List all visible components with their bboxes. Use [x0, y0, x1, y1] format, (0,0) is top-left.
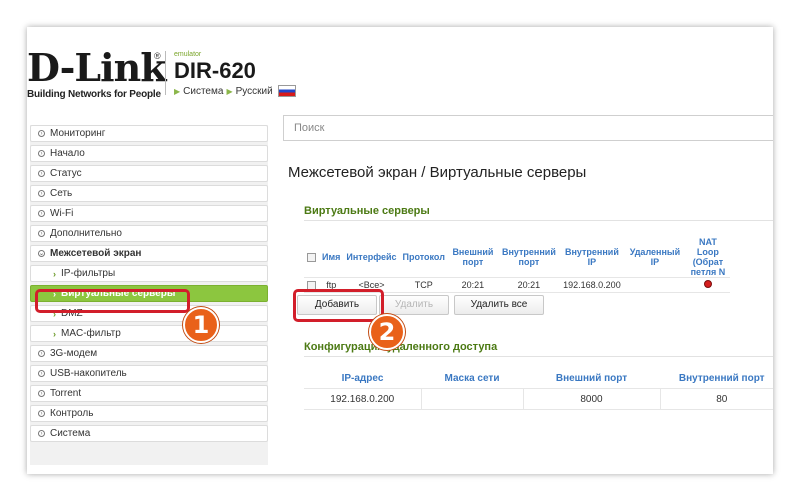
search-input[interactable]: Поиск — [283, 115, 773, 141]
sidebar-item-label: Межсетевой экран — [50, 248, 142, 259]
sidebar-item-label: Torrent — [50, 388, 82, 399]
sidebar-item-label: Мониторинг — [50, 128, 106, 139]
cell-protocol: TCP — [399, 277, 448, 293]
delete-all-button[interactable]: Удалить все — [454, 295, 544, 315]
section-divider — [304, 220, 773, 221]
arrow-circle-icon: › — [38, 410, 45, 417]
arrow-circle-icon: › — [38, 370, 45, 377]
sidebar-item-3g-modem[interactable]: › 3G-модем — [30, 345, 268, 362]
page-title: Межсетевой экран / Виртуальные серверы — [288, 164, 587, 181]
sidebar-item-label: Начало — [50, 148, 85, 159]
model-block: emulator DIR-620 ▶ Система ▶ Русский — [174, 51, 296, 97]
chevron-right-icon: ▶ — [226, 86, 233, 96]
chevron-right-icon: › — [53, 268, 56, 279]
arrow-circle-icon: › — [38, 170, 45, 177]
callout-highlight-virtual-servers — [35, 289, 190, 313]
arrow-circle-icon: › — [38, 430, 45, 437]
system-menu-link[interactable]: Система — [183, 86, 223, 97]
column-header: Маска сети — [421, 368, 523, 389]
cell-internal-port: 20:21 — [497, 277, 560, 293]
cell-external-port: 8000 — [523, 388, 661, 410]
sidebar-item-network[interactable]: › Сеть — [30, 185, 268, 202]
sidebar-item-start[interactable]: › Начало — [30, 145, 268, 162]
arrow-circle-icon: › — [38, 210, 45, 217]
sidebar-item-label: Сеть — [50, 188, 73, 199]
section-divider — [304, 356, 773, 357]
sidebar-item-label: USB-накопитель — [50, 368, 127, 379]
column-header: Внешний порт — [523, 368, 660, 389]
chevron-right-icon: ▶ — [174, 86, 181, 96]
sidebar-item-advanced[interactable]: › Дополнительно — [30, 225, 268, 242]
logo-registered-mark: ® — [154, 51, 161, 61]
header-breadcrumb: ▶ Система ▶ Русский — [174, 85, 296, 97]
column-header: NAT Loop (Обрат петля N — [690, 237, 726, 277]
table-header-row: Имя Интерфейс Протокол Внешний порт Внут… — [304, 237, 730, 278]
sidebar-item-status[interactable]: › Статус — [30, 165, 268, 182]
router-admin-window: D-Link ® Building Networks for People em… — [27, 27, 773, 474]
sidebar-item-system[interactable]: › Система — [30, 425, 268, 442]
arrow-circle-icon: › — [38, 390, 45, 397]
header-divider — [165, 51, 166, 95]
column-header: Удаленный IP — [629, 247, 681, 267]
arrow-circle-icon: › — [38, 190, 45, 197]
sidebar-subitem-mac-filter[interactable]: › MAC-фильтр — [30, 325, 268, 342]
column-header: Внутренний порт — [660, 368, 773, 389]
model-name: DIR-620 — [174, 58, 256, 83]
sidebar-item-label: 3G-модем — [50, 348, 98, 359]
sidebar-subitem-ip-filters[interactable]: › IP-фильтры — [30, 265, 268, 282]
sidebar-item-firewall[interactable]: ⌄ Межсетевой экран — [30, 245, 268, 262]
sidebar-item-monitoring[interactable]: › Мониторинг — [30, 125, 268, 142]
cell-nat-loopback — [685, 277, 730, 293]
column-header: Имя — [322, 252, 341, 262]
callout-badge-step-1: 1 — [183, 307, 219, 343]
callout-highlight-add-button — [293, 289, 384, 322]
delete-button[interactable]: Удалить — [379, 295, 449, 315]
cell-remote-ip — [623, 277, 686, 293]
column-header: IP-адрес — [304, 368, 421, 389]
cell-internal-port: 80 — [660, 388, 773, 410]
sidebar-item-label: Статус — [50, 168, 82, 179]
select-all-checkbox-cell[interactable] — [304, 237, 319, 278]
sidebar-item-usb-storage[interactable]: › USB-накопитель — [30, 365, 268, 382]
arrow-down-circle-icon: ⌄ — [38, 250, 45, 257]
arrow-circle-icon: › — [38, 130, 45, 137]
status-off-icon — [703, 280, 712, 288]
sidebar-item-label: IP-фильтры — [61, 268, 116, 279]
virtual-servers-table: Имя Интерфейс Протокол Внешний порт Внут… — [304, 237, 730, 293]
column-header: Внутренний порт — [501, 247, 556, 267]
sidebar-item-label: Wi-Fi — [50, 208, 74, 219]
cell-netmask — [421, 388, 524, 410]
column-header: Протокол — [402, 252, 445, 262]
chevron-right-icon: › — [53, 328, 56, 339]
sidebar-item-torrent[interactable]: › Torrent — [30, 385, 268, 402]
cell-ip-address: 192.168.0.200 — [304, 388, 422, 410]
select-all-checkbox[interactable] — [307, 253, 316, 263]
dlink-logo: D-Link ® Building Networks for People — [27, 45, 167, 101]
table-header-row: IP-адрес Маска сети Внешний порт Внутрен… — [304, 368, 773, 389]
column-header: Внутренний IP — [564, 247, 619, 267]
column-header: Внешний порт — [452, 247, 494, 267]
cell-external-port: 20:21 — [447, 277, 498, 293]
remote-access-table: IP-адрес Маска сети Внешний порт Внутрен… — [304, 368, 773, 410]
sidebar-item-control[interactable]: › Контроль — [30, 405, 268, 422]
sidebar-item-label: Система — [50, 428, 91, 439]
logo-tagline: Building Networks for People — [27, 89, 161, 100]
arrow-circle-icon: › — [38, 350, 45, 357]
virtual-servers-section-title: Виртуальные серверы — [304, 205, 430, 217]
sidebar-item-label: MAC-фильтр — [61, 328, 121, 339]
language-menu-link[interactable]: Русский — [236, 86, 273, 97]
russian-flag-icon[interactable] — [277, 85, 296, 97]
arrow-circle-icon: › — [38, 230, 45, 237]
arrow-circle-icon: › — [38, 150, 45, 157]
sidebar-item-label: Дополнительно — [50, 228, 122, 239]
cell-internal-ip: 192.168.0.200 — [559, 277, 624, 293]
table-row[interactable]: 192.168.0.200 8000 80 — [304, 388, 773, 410]
logo-wordmark: D-Link — [27, 45, 167, 90]
column-header: Интерфейс — [346, 252, 397, 262]
callout-badge-step-2: 2 — [369, 314, 405, 350]
sidebar-item-label: Контроль — [50, 408, 94, 419]
sidebar-item-wifi[interactable]: › Wi-Fi — [30, 205, 268, 222]
